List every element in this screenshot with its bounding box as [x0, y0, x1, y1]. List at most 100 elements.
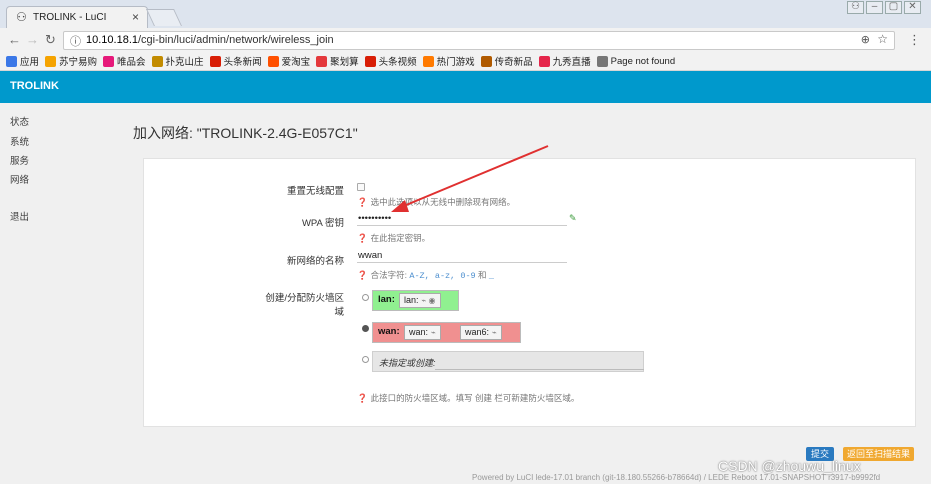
bookmark-label: 头条视频: [378, 57, 417, 68]
reset-wireless-checkbox[interactable]: [357, 183, 365, 191]
juhuasuan-icon: [316, 55, 328, 67]
zone-lan-iface-label: lan:: [404, 295, 419, 305]
poker-icon: [151, 55, 163, 67]
vip-icon: [103, 55, 115, 67]
forward-icon[interactable]: →: [26, 32, 39, 47]
back-icon[interactable]: ←: [8, 32, 21, 47]
bookmark-label: 扑克山庄: [165, 57, 204, 68]
bookmark-item[interactable]: 唯品会: [103, 52, 146, 70]
help-icon: ❓: [357, 393, 368, 403]
zone-wan[interactable]: wan: wan: ⌁ wan6: ⌁: [372, 322, 521, 343]
zone-lan-name: lan:: [378, 294, 395, 305]
legend-icon: [480, 55, 492, 67]
zone-new: 未指定或创建:: [372, 351, 644, 372]
info-icon[interactable]: ⓘ: [70, 33, 81, 49]
reload-icon[interactable]: ↻: [45, 32, 56, 48]
bookmark-item[interactable]: Page not found: [596, 52, 676, 70]
reset-wireless-hint-text: 选中此选项以从无线中删除现有网络。: [370, 197, 516, 207]
bookmark-label: 唯品会: [117, 57, 146, 68]
zone-new-radio[interactable]: [362, 356, 369, 363]
wired-icon: ⌁: [492, 328, 497, 337]
firewall-zone-hint-text: 此接口的防火墙区域。填写 创建 栏可新建防火墙区域。: [370, 393, 580, 403]
wpa-key-input[interactable]: [357, 211, 567, 226]
bookmark-label: 苏宁易购: [59, 57, 98, 68]
bookmark-label: 聚划算: [330, 57, 359, 68]
zone-lan-iface: lan: ⌁ ◉: [399, 293, 441, 308]
main-content: 加入网络: "TROLINK-2.4G-E057C1" 重置无线配置 ❓ 选中此选…: [120, 103, 931, 484]
top-header-bar: TROLINK: [0, 71, 931, 103]
help-icon: ❓: [357, 270, 368, 280]
minimize-icon[interactable]: –: [866, 1, 883, 14]
zone-lan-radio[interactable]: [362, 294, 369, 301]
sidebar-item-services[interactable]: 服务: [10, 153, 29, 167]
bookmark-label: 头条新闻: [223, 57, 262, 68]
bookmark-item[interactable]: 苏宁易购: [45, 52, 97, 70]
form-panel: 重置无线配置 ❓选中此选项以从无线中删除现有网络。 WPA 密钥 ✎ ❓在此指定…: [143, 158, 916, 427]
news-icon: [209, 55, 221, 67]
page-title: 加入网络: "TROLINK-2.4G-E057C1": [133, 125, 358, 141]
wired-icon: ⌁: [431, 328, 436, 337]
apps-icon: [6, 55, 17, 67]
maximize-icon[interactable]: ▢: [885, 1, 902, 14]
bookmark-label: 热门游戏: [436, 57, 475, 68]
bookmark-item[interactable]: 聚划算: [316, 52, 359, 70]
sidebar-item-system[interactable]: 系统: [10, 134, 29, 148]
unspecified-zone-label: 未指定或创建:: [379, 358, 436, 368]
address-bar: ← → ↻ ⓘ 10.10.18.1/cgi-bin/luci/admin/ne…: [0, 28, 931, 53]
bookmark-item[interactable]: 扑克山庄: [151, 52, 204, 70]
zoom-icon[interactable]: ⊕: [861, 33, 870, 46]
page-icon: [596, 55, 608, 67]
close-window-icon[interactable]: ✕: [904, 1, 921, 14]
bookmark-star-icon[interactable]: ☆: [877, 32, 888, 46]
reveal-password-icon[interactable]: ✎: [569, 213, 577, 224]
zone-wan-name: wan:: [378, 326, 400, 337]
watermark: CSDN @zhouwu_linux: [718, 458, 861, 474]
brand-logo[interactable]: TROLINK: [10, 80, 59, 92]
bookmark-item[interactable]: 应用: [6, 52, 39, 70]
url-path: /cgi-bin/luci/admin/network/wireless_joi…: [138, 34, 334, 46]
profile-icon[interactable]: ⚇: [847, 1, 864, 14]
tab-close-icon[interactable]: ×: [132, 10, 139, 24]
network-name-input[interactable]: [357, 248, 567, 263]
zone-wan-iface-label: wan:: [409, 327, 429, 337]
window-controls: ⚇ – ▢ ✕: [845, 1, 921, 14]
bookmark-item[interactable]: 传奇新品: [480, 52, 533, 70]
zone-lan[interactable]: lan: lan: ⌁ ◉: [372, 290, 459, 311]
zone-wan-iface: wan: ⌁: [404, 325, 441, 340]
bookmark-label: Page not found: [610, 55, 676, 67]
name-hint-underscore: _: [488, 271, 495, 281]
menu-icon[interactable]: ⋮: [908, 32, 921, 48]
bookmark-item[interactable]: 热门游戏: [422, 52, 475, 70]
zone-wan6-iface-label: wan6:: [465, 327, 490, 337]
reset-wireless-label: 重置无线配置: [286, 186, 344, 197]
url-input[interactable]: ⓘ 10.10.18.1/cgi-bin/luci/admin/network/…: [63, 31, 895, 50]
zone-wan-radio[interactable]: [362, 325, 369, 332]
bookmark-item[interactable]: 爱淘宝: [267, 52, 311, 70]
url-host: 10.10.18.1: [86, 34, 138, 46]
new-zone-input[interactable]: [435, 355, 644, 370]
bookmark-item[interactable]: 头条视频: [364, 52, 417, 70]
tab-favicon-icon: ⚇: [16, 10, 27, 24]
bookmark-item[interactable]: 头条新闻: [209, 52, 262, 70]
reset-wireless-hint: ❓ 选中此选项以从无线中删除现有网络。: [357, 196, 515, 208]
suning-icon: [45, 55, 57, 67]
taobao-icon: [267, 55, 279, 67]
wpa-key-hint-text: 在此指定密钥。: [370, 233, 431, 243]
bookmark-label: 爱淘宝: [281, 57, 311, 68]
name-hint-ranges: A-Z, a-z, 0-9: [409, 271, 476, 281]
browser-tab[interactable]: ⚇ TROLINK - LuCI ×: [6, 6, 148, 29]
bookmark-item[interactable]: 九秀直播: [538, 52, 591, 70]
browser-tab-strip: ⚇ TROLINK - LuCI × ⚇ – ▢ ✕: [0, 0, 931, 29]
live-icon: [538, 55, 550, 67]
new-tab-button[interactable]: [146, 9, 182, 26]
footer-version: Powered by LuCI lede-17.01 branch (git-1…: [472, 473, 881, 482]
video-icon: [364, 55, 376, 67]
url-text: 10.10.18.1/cgi-bin/luci/admin/network/wi…: [86, 34, 334, 46]
bookmark-label: 九秀直播: [552, 57, 591, 68]
sidebar-item-network[interactable]: 网络: [10, 172, 29, 186]
sidebar-item-status[interactable]: 状态: [10, 114, 29, 128]
wired-icon: ⌁ ◉: [421, 296, 436, 305]
wpa-key-hint: ❓ 在此指定密钥。: [357, 232, 430, 244]
sidebar-item-logout[interactable]: 退出: [10, 209, 29, 223]
name-hint-and: 和: [478, 270, 487, 280]
